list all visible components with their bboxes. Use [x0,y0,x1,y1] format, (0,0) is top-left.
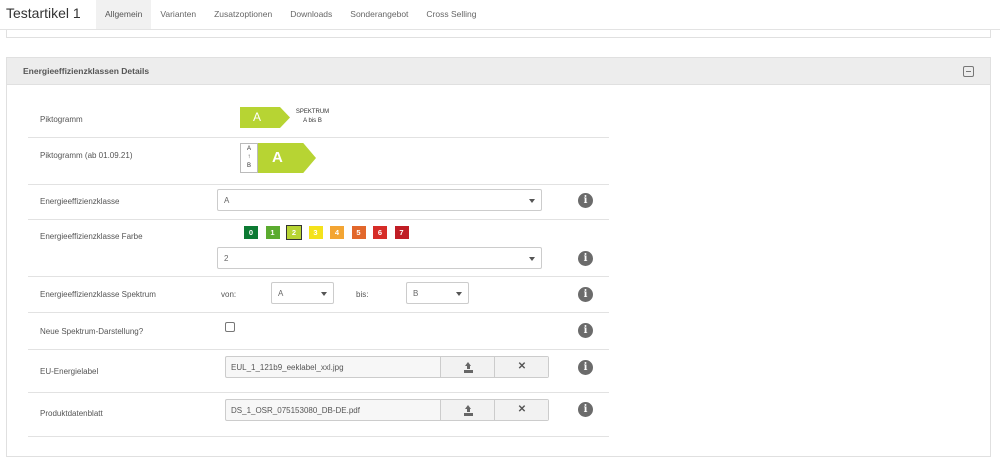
eu-label-upload-button[interactable] [440,357,494,377]
color-chip-0[interactable]: 0 [244,226,258,239]
bis-label: bis: [356,290,369,299]
info-circle-icon[interactable]: i [578,287,593,302]
info-circle-icon[interactable]: i [578,323,593,338]
chevron-down-icon [456,292,462,296]
datenblatt-remove-button[interactable]: ✕ [494,400,548,420]
color-chip-1[interactable]: 1 [265,226,280,239]
spektrum-von-value: A [278,289,284,298]
pictogram-scale: A ↑ B [240,143,258,173]
color-chip-6[interactable]: 6 [373,226,387,239]
label-datenblatt: Produktdatenblatt [40,409,103,418]
row-eu-label: EU-Energielabel EUL_1_121b9_eeklabel_xxl… [28,350,609,393]
scale-arrow-icon: ↑ [247,154,251,160]
pictogram-letter: A [240,107,290,128]
tab-downloads[interactable]: Downloads [281,0,341,29]
info-circle-icon[interactable]: i [578,360,593,375]
energy-details-panel: Energieeffizienzklassen Details Piktogra… [6,57,991,457]
chevron-down-icon [529,199,535,203]
info-circle-icon[interactable]: i [578,402,593,417]
pictogram-spectrum: A SPEKTRUM A bis B [240,107,335,128]
info-circle-icon[interactable]: i [578,193,593,208]
tab-allgemein[interactable]: Allgemein [96,0,152,29]
tab-bar: Allgemein Varianten Zusatzoptionen Downl… [96,0,486,30]
tab-cross-selling[interactable]: Cross Selling [417,0,485,29]
color-chip-7[interactable]: 7 [394,226,409,239]
color-chip-4[interactable]: 4 [330,226,344,239]
panel-title: Energieeffizienzklassen Details [23,66,150,76]
pictogram-spectrum-range: A bis B [303,118,322,124]
label-klasse: Energieeffizienzklasse [40,197,120,206]
close-icon: ✕ [517,361,527,372]
panel-header: Energieeffizienzklassen Details [7,58,990,85]
color-chip-3[interactable]: 3 [308,226,323,239]
klasse-select[interactable]: A [217,189,542,211]
tab-zusatzoptionen[interactable]: Zusatzoptionen [205,0,281,29]
page-title: Testartikel 1 [6,5,81,21]
datenblatt-file-field: DS_1_OSR_075153080_DB-DE.pdf ✕ [225,399,549,421]
color-chip-list: 0 1 2 3 4 5 6 7 [244,225,416,240]
minus-square-icon[interactable] [963,66,974,77]
spektrum-bis-select[interactable]: B [406,282,469,304]
row-piktogramm: Piktogramm A SPEKTRUM A bis B [28,98,609,138]
label-piktogramm: Piktogramm [40,115,83,124]
top-bar: Testartikel 1 Allgemein Varianten Zusatz… [0,0,1000,30]
label-spektrum: Energieeffizienzklasse Spektrum [40,290,156,299]
label-eu-label: EU-Energielabel [40,367,99,376]
neue-darstellung-checkbox[interactable] [225,322,235,332]
upload-icon [463,405,473,415]
close-icon: ✕ [517,404,527,415]
chevron-down-icon [321,292,327,296]
pictogram-new: A ↑ B A [240,143,320,173]
farbe-select[interactable]: 2 [217,247,542,269]
info-circle-icon[interactable]: i [578,251,593,266]
pictogram-spectrum-title: SPEKTRUM [295,109,330,115]
pictogram-new-letter: A [258,143,316,173]
farbe-value: 2 [224,254,229,263]
row-klasse: Energieeffizienzklasse A i [28,185,609,220]
row-spektrum: Energieeffizienzklasse Spektrum von: A b… [28,277,609,313]
label-farbe: Energieeffizienzklasse Farbe [40,232,143,241]
tab-sonderangebot[interactable]: Sonderangebot [341,0,417,29]
eu-label-filename: EUL_1_121b9_eeklabel_xxl.jpg [231,363,344,372]
upload-icon [463,362,473,372]
eu-label-file-field: EUL_1_121b9_eeklabel_xxl.jpg ✕ [225,356,549,378]
label-neue-darstellung: Neue Spektrum-Darstellung? [40,327,144,336]
color-chip-5[interactable]: 5 [351,226,366,239]
row-piktogramm-new: Piktogramm (ab 01.09.21) A ↑ B A [28,138,609,185]
klasse-value: A [224,196,230,205]
von-label: von: [221,290,237,299]
label-piktogramm-new: Piktogramm (ab 01.09.21) [40,151,133,160]
row-datenblatt: Produktdatenblatt DS_1_OSR_075153080_DB-… [28,393,609,437]
spektrum-von-select[interactable]: A [271,282,334,304]
tab-varianten[interactable]: Varianten [151,0,205,29]
row-neue-darstellung: Neue Spektrum-Darstellung? i [28,313,609,350]
color-chip-2[interactable]: 2 [286,225,302,240]
datenblatt-upload-button[interactable] [440,400,494,420]
spektrum-bis-value: B [413,289,419,298]
eu-label-remove-button[interactable]: ✕ [494,357,548,377]
scale-top: A [246,146,251,152]
scale-bottom: B [246,163,251,169]
datenblatt-filename: DS_1_OSR_075153080_DB-DE.pdf [231,406,360,415]
row-farbe: Energieeffizienzklasse Farbe 0 1 2 3 4 5… [28,220,609,277]
chevron-down-icon [529,257,535,261]
upper-panel [6,30,991,38]
